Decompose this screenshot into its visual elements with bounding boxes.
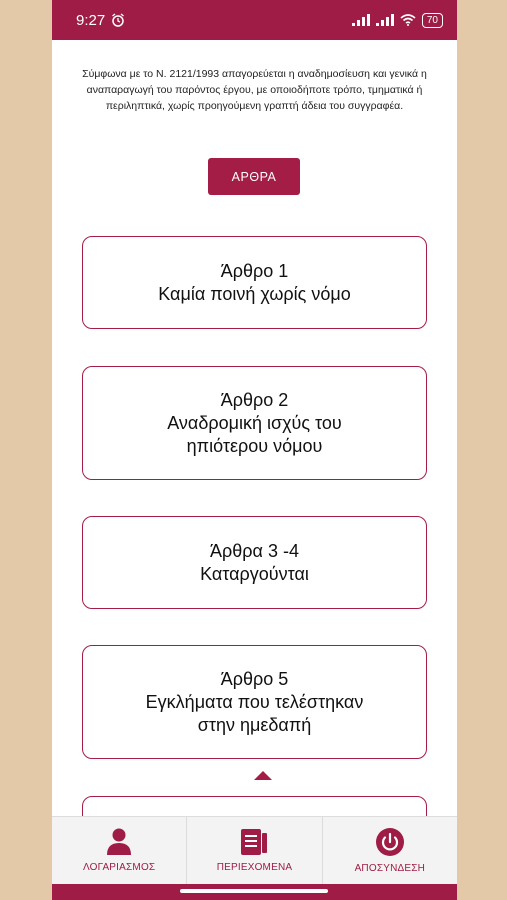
nav-account-label: ΛΟΓΑΡΙΑΣΜΟΣ [83, 862, 156, 873]
article-title: Άρθρο 1 Καμία ποινή χωρίς νόμο [158, 260, 351, 304]
copyright-notice: Σύμφωνα με το Ν. 2121/1993 απαγορεύεται … [82, 68, 427, 112]
article-title: Άρθρα 3 -4 Καταργούνται [200, 540, 309, 584]
article-title: Άρθρο 2 Αναδρομική ισχύς του ηπιότερου ν… [167, 389, 342, 456]
articles-button[interactable]: ΑΡΘΡΑ [208, 158, 300, 195]
signal-icon-2 [375, 14, 394, 26]
nav-logout[interactable]: ΑΠΟΣΥΝΔΕΣΗ [323, 817, 457, 884]
article-card[interactable]: Άρθρο 2 Αναδρομική ισχύς του ηπιότερου ν… [82, 366, 427, 480]
wifi-icon [400, 14, 416, 26]
status-time: 9:27 [76, 11, 106, 29]
article-card[interactable]: Άρθρα 3 -4 Καταργούνται [82, 516, 427, 609]
nav-account[interactable]: ΛΟΓΑΡΙΑΣΜΟΣ [52, 817, 188, 884]
nav-contents-label: ΠΕΡΙΕΧΟΜΕΝΑ [216, 862, 293, 873]
power-icon [375, 828, 404, 856]
alarm-icon [112, 13, 125, 27]
nav-logout-label: ΑΠΟΣΥΝΔΕΣΗ [354, 863, 426, 874]
article-card[interactable] [82, 796, 427, 816]
article-title: Άρθρο 5 Εγκλήματα που τελέστηκαν στην ημ… [145, 668, 364, 735]
nav-contents[interactable]: ΠΕΡΙΕΧΟΜΕΝΑ [187, 817, 323, 884]
article-card[interactable]: Άρθρο 1 Καμία ποινή χωρίς νόμο [82, 236, 427, 329]
scroll-up-icon[interactable] [254, 771, 272, 780]
status-bar: 9:27 70 [52, 0, 457, 40]
home-indicator[interactable] [180, 889, 328, 893]
user-icon [107, 828, 132, 855]
battery-indicator: 70 [421, 12, 443, 28]
bottom-navigation: ΛΟΓΑΡΙΑΣΜΟΣ ΠΕΡΙΕΧΟΜΕΝΑ ΑΠΟΣΥΝΔΕΣΗ [52, 816, 457, 884]
article-card[interactable]: Άρθρο 5 Εγκλήματα που τελέστηκαν στην ημ… [82, 645, 427, 759]
status-left: 9:27 [76, 12, 125, 29]
status-right: 70 [351, 12, 443, 28]
document-list-icon [241, 829, 268, 855]
signal-icon [351, 14, 370, 26]
main-content: Σύμφωνα με το Ν. 2121/1993 απαγορεύεται … [52, 40, 457, 816]
